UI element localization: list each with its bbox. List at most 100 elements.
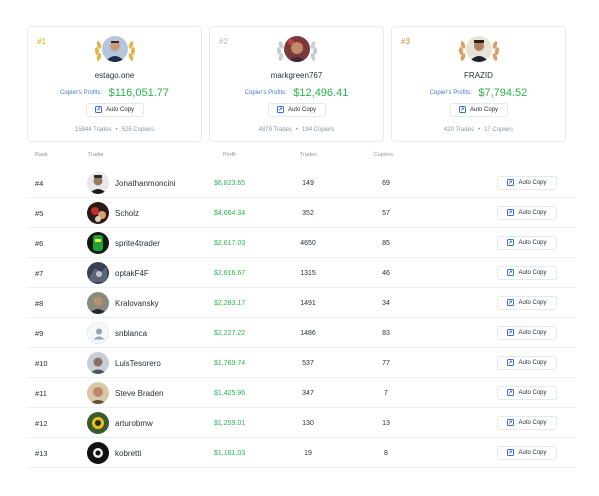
auto-copy-button[interactable]: Auto Copy [85,103,144,117]
auto-copy-button[interactable]: Auto Copy [497,206,557,220]
table-row[interactable]: #9 snblanca $2,227.22 1486 83 Auto Copy [27,318,576,348]
row-profit: $2,616.67 [214,269,246,277]
table-row[interactable]: #12 arturobmw $1,259.01 130 13 Auto Copy [27,408,576,438]
row-rank: #10 [35,358,48,368]
trades-count: 4879 Trades [258,127,292,133]
trader-name[interactable]: estago.one [28,71,201,80]
auto-copy-label: Auto Copy [518,330,547,336]
trader-name[interactable]: arturobmw [115,408,153,438]
row-copiers: 7 [384,389,388,397]
copy-icon [276,105,284,115]
auto-copy-button[interactable]: Auto Copy [497,386,557,400]
auto-copy-button[interactable]: Auto Copy [449,103,508,117]
profit-value: $116,051.77 [108,86,169,99]
row-rank: #12 [35,418,48,428]
trader-name[interactable]: markgreen767 [210,71,383,80]
avatar [87,442,109,464]
table-row[interactable]: #10 LuisTesorero $1,769.74 537 77 Auto C… [27,348,576,378]
row-profit: $1,425.96 [214,389,246,397]
copy-icon [94,105,102,115]
auto-copy-button[interactable]: Auto Copy [497,416,557,430]
row-rank: #8 [35,298,44,308]
auto-copy-label: Auto Copy [518,270,547,276]
copy-icon [507,328,515,338]
podium-rank: #3 [401,37,410,46]
trader-name[interactable]: FRAZID [392,71,565,80]
table-row[interactable]: #4 Jonathanmoncini $6,823.65 149 69 Auto… [27,168,576,198]
avatar [87,292,109,314]
row-trades: 352 [302,209,314,217]
trader-name[interactable]: Jonathanmoncini [115,168,175,198]
row-trades: 19 [304,449,312,457]
auto-copy-label: Auto Copy [518,210,547,216]
podium-card-3[interactable]: #3 FRAZID Copier's Profits: $7,794.52 Au… [391,26,566,142]
trades-count: 15844 Trades [74,127,112,133]
auto-copy-button[interactable]: Auto Copy [497,296,557,310]
table-row[interactable]: #13 kobretti $1,161.03 19 8 Auto Copy [27,438,576,468]
row-rank: #7 [35,268,44,278]
profit-label: Copier's Profits: [429,89,472,96]
table-row[interactable]: #5 Scholz $4,664.34 352 57 Auto Copy [27,198,576,228]
copy-icon [507,298,515,308]
auto-copy-button[interactable]: Auto Copy [497,326,557,340]
row-copiers: 8 [384,449,388,457]
podium-card-2[interactable]: #2 markgreen767 Copier's Profits: $12,49… [209,26,384,142]
auto-copy-label: Auto Copy [469,107,499,113]
avatar [87,262,109,284]
auto-copy-button[interactable]: Auto Copy [497,176,557,190]
trader-name[interactable]: sprite4trader [115,228,160,258]
row-copiers: 57 [382,209,390,217]
table-row[interactable]: #7 optakF4F $2,616.67 1315 46 Auto Copy [27,258,576,288]
copiers-count: 194 Copiers [302,127,335,133]
trader-name[interactable]: Steve Braden [115,378,163,408]
profit-value: $12,496.41 [293,86,349,99]
podium-card-1[interactable]: #1 estago.one Copier's Profits: $116,051… [27,26,202,142]
row-trades: 1315 [300,269,316,277]
trader-name[interactable]: optakF4F [115,258,149,288]
avatar [87,172,109,194]
row-rank: #6 [35,238,44,248]
row-profit: $2,227.22 [214,329,246,337]
avatar [465,36,492,62]
auto-copy-button[interactable]: Auto Copy [497,356,557,370]
row-copiers: 46 [382,269,390,277]
header-trader: Trader [88,152,104,158]
row-copiers: 85 [382,239,390,247]
row-trades: 1491 [300,299,316,307]
row-profit: $4,664.34 [214,209,246,217]
row-profit: $1,769.74 [214,359,246,367]
table-row[interactable]: #8 Kralovansky $2,283.17 1491 34 Auto Co… [27,288,576,318]
row-profit: $1,161.03 [214,449,246,457]
row-trades: 1486 [300,329,316,337]
trader-stats: 420 Trades • 17 Copiers [443,127,514,133]
copy-icon [507,448,515,458]
row-rank: #9 [35,328,44,338]
copy-icon [507,388,515,398]
row-profit: $1,259.01 [214,419,246,427]
trader-name[interactable]: LuisTesorero [115,348,161,378]
avatar-with-wreath [93,35,137,65]
trader-name[interactable]: kobretti [115,438,141,468]
trader-name[interactable]: Scholz [115,198,139,228]
row-rank: #13 [35,448,48,458]
auto-copy-button[interactable]: Auto Copy [267,103,326,117]
row-profit: $6,823.65 [214,179,246,187]
row-trades: 149 [302,179,314,187]
copiers-count: 525 Copiers [121,127,155,133]
header-trades: Trades [300,152,317,158]
table-header: Rank Trader Profit Trades Copiers [0,150,599,162]
avatar [87,352,109,374]
copy-icon [507,178,515,188]
table-row[interactable]: #6 sprite4trader $2,617.03 4650 85 Auto … [27,228,576,258]
auto-copy-label: Auto Copy [518,450,547,456]
auto-copy-label: Auto Copy [518,390,547,396]
auto-copy-button[interactable]: Auto Copy [497,446,557,460]
auto-copy-button[interactable]: Auto Copy [497,266,557,280]
trader-name[interactable]: Kralovansky [115,288,159,318]
table-row[interactable]: #11 Steve Braden $1,425.96 347 7 Auto Co… [27,378,576,408]
row-trades: 537 [302,359,314,367]
trader-name[interactable]: snblanca [115,318,147,348]
avatar [87,382,109,404]
auto-copy-button[interactable]: Auto Copy [497,236,557,250]
row-trades: 4650 [300,239,316,247]
